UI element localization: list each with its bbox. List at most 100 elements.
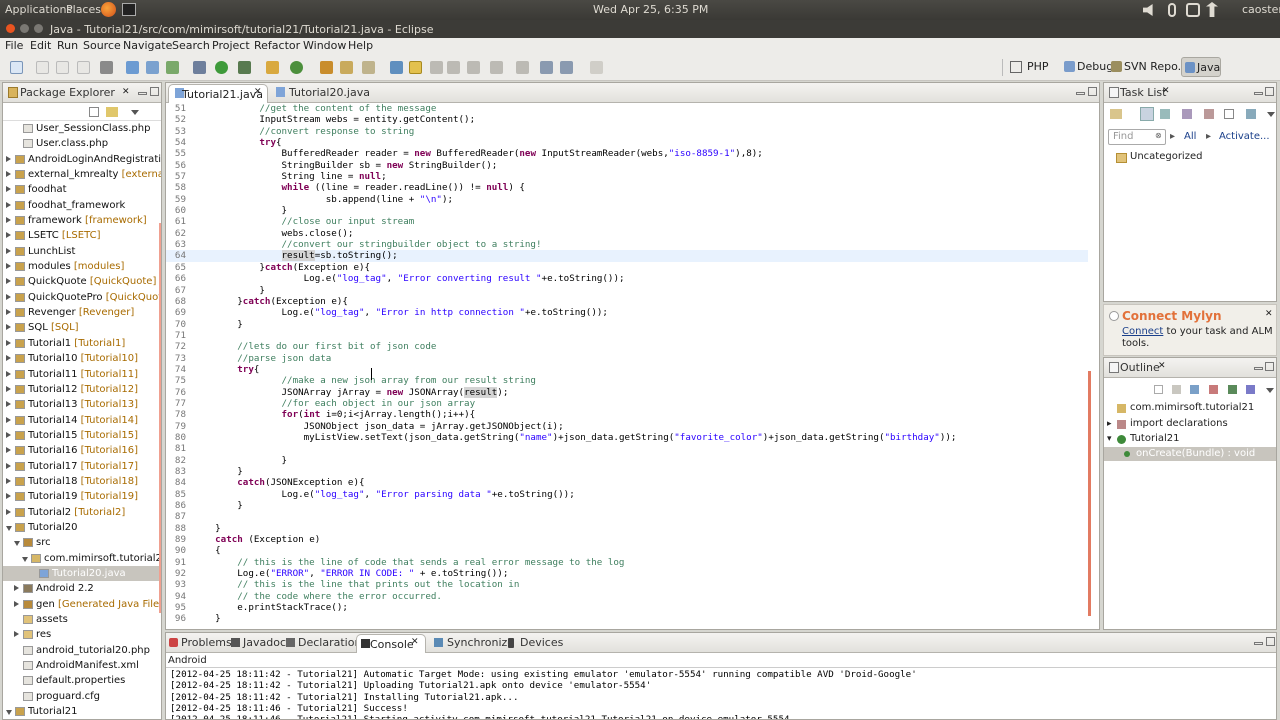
last-edit-location-icon[interactable]: [540, 61, 553, 74]
package-tree-item[interactable]: QuickQuote [QuickQuote]: [3, 274, 161, 289]
close-mylyn-icon[interactable]: ✕: [1265, 309, 1273, 319]
package-tree-item[interactable]: Tutorial12 [Tutorial12]: [3, 382, 161, 397]
package-tree-item[interactable]: gen [Generated Java Files]: [3, 597, 161, 612]
view-menu-icon[interactable]: [1267, 112, 1275, 117]
package-tree-item[interactable]: Tutorial14 [Tutorial14]: [3, 413, 161, 428]
new-java-project-icon[interactable]: [266, 61, 279, 74]
open-perspective-icon[interactable]: [1010, 61, 1022, 73]
minimize-view-icon[interactable]: [1254, 642, 1263, 645]
updates-icon[interactable]: [1206, 2, 1218, 17]
external-tools-icon[interactable]: [238, 61, 251, 74]
code-line[interactable]: 80 myListView.setText(json_data.getStrin…: [166, 432, 1088, 443]
package-tree-item[interactable]: Tutorial13 [Tutorial13]: [3, 397, 161, 412]
close-window-icon[interactable]: [6, 24, 15, 33]
code-line[interactable]: 81: [166, 443, 1088, 454]
expand-icon[interactable]: [6, 278, 11, 285]
expand-icon[interactable]: [6, 431, 11, 438]
android-sdk-icon[interactable]: [126, 61, 139, 74]
code-line[interactable]: 87: [166, 511, 1088, 522]
avd-manager-icon[interactable]: [146, 61, 159, 74]
menu-project[interactable]: Project: [212, 39, 250, 52]
package-tree-item[interactable]: Tutorial11 [Tutorial11]: [3, 367, 161, 382]
firefox-icon[interactable]: [101, 2, 116, 17]
code-line[interactable]: 91 // this is the line of code that send…: [166, 557, 1088, 568]
outline-tab[interactable]: Outline: [1120, 361, 1160, 374]
collapse-icon[interactable]: [14, 541, 20, 547]
package-tree-item[interactable]: Tutorial21: [3, 704, 161, 719]
code-line[interactable]: 59 sb.append(line + "\n");: [166, 194, 1088, 205]
expand-icon[interactable]: [6, 324, 11, 331]
hide-static-icon[interactable]: [1209, 385, 1218, 394]
package-tree-item[interactable]: Tutorial19 [Tutorial19]: [3, 489, 161, 504]
expand-icon[interactable]: [6, 401, 11, 408]
username[interactable]: caoster: [1242, 3, 1280, 16]
clock[interactable]: Wed Apr 25, 6:35 PM: [593, 3, 708, 16]
back-icon[interactable]: [560, 61, 573, 74]
package-tree-item[interactable]: AndroidLoginAndRegistration: [3, 152, 161, 167]
menu-source[interactable]: Source: [83, 39, 121, 52]
package-tree-item[interactable]: LunchList: [3, 244, 161, 259]
code-line[interactable]: 74 try{: [166, 364, 1088, 375]
expand-icon[interactable]: [6, 462, 11, 469]
expand-icon[interactable]: [6, 217, 11, 224]
activate-task-link[interactable]: Activate...: [1219, 131, 1270, 142]
code-line[interactable]: 94 // the code where the error occurred.: [166, 591, 1088, 602]
collapse-all-icon[interactable]: [89, 107, 99, 117]
close-view-icon[interactable]: ✕: [1162, 86, 1170, 96]
minimize-window-icon[interactable]: [20, 24, 29, 33]
code-line[interactable]: 51 //get the content of the message: [166, 103, 1088, 114]
package-tree-item[interactable]: AndroidManifest.xml: [3, 658, 161, 673]
code-line[interactable]: 89 catch (Exception e): [166, 534, 1088, 545]
code-line[interactable]: 95 e.printStackTrace();: [166, 602, 1088, 613]
code-line[interactable]: 75 //make a new json array from our resu…: [166, 375, 1088, 386]
code-line[interactable]: 88 }: [166, 523, 1088, 534]
package-tree-item[interactable]: src: [3, 535, 161, 550]
places-menu[interactable]: Places: [66, 3, 101, 16]
expand-icon[interactable]: [6, 355, 11, 362]
code-line[interactable]: 84 catch(JSONException e){: [166, 477, 1088, 488]
expand-icon[interactable]: [6, 263, 11, 270]
expand-icon[interactable]: [6, 447, 11, 454]
filter-all-link[interactable]: All: [1184, 131, 1196, 142]
hide-fields-icon[interactable]: [1190, 385, 1199, 394]
collapse-all-icon[interactable]: [1154, 385, 1163, 394]
outline-item-class[interactable]: Tutorial21: [1130, 433, 1180, 444]
menu-search[interactable]: Search: [172, 39, 210, 52]
expand-icon[interactable]: [6, 232, 11, 239]
package-tree-item[interactable]: Tutorial17 [Tutorial17]: [3, 459, 161, 474]
expand-icon[interactable]: [6, 493, 11, 500]
maximize-view-icon[interactable]: [1265, 362, 1274, 371]
code-line[interactable]: 54 try{: [166, 137, 1088, 148]
collapse-icon[interactable]: [6, 525, 12, 531]
code-line[interactable]: 70 }: [166, 319, 1088, 330]
debug-icon[interactable]: [193, 61, 206, 74]
network-icon[interactable]: [1186, 3, 1200, 17]
task-category-uncategorized[interactable]: Uncategorized: [1130, 151, 1202, 162]
volume-icon[interactable]: [1143, 4, 1153, 16]
maximize-editor-icon[interactable]: [1088, 87, 1097, 96]
open-folder-icon[interactable]: [320, 61, 333, 74]
package-tree-item[interactable]: com.mimirsoft.tutorial20: [3, 551, 161, 566]
tab-synchronize[interactable]: Synchronize: [447, 636, 514, 649]
minimize-view-icon[interactable]: [1254, 367, 1263, 370]
expand-icon[interactable]: [6, 370, 11, 377]
maximize-view-icon[interactable]: [1266, 637, 1275, 646]
package-tree-item[interactable]: Revenger [Revenger]: [3, 305, 161, 320]
lint-icon[interactable]: [166, 61, 179, 74]
next-annotation-icon[interactable]: [490, 61, 503, 74]
tab-console[interactable]: Console ✕: [356, 634, 426, 653]
tab-javadoc[interactable]: Javadoc: [243, 636, 286, 649]
print-icon[interactable]: [77, 61, 90, 74]
menu-run[interactable]: Run: [57, 39, 78, 52]
code-line[interactable]: 93 // this is the line that prints out t…: [166, 579, 1088, 590]
perspective-debug[interactable]: Debug: [1077, 60, 1113, 73]
connect-link[interactable]: Connect: [1122, 326, 1163, 337]
view-menu-icon[interactable]: [1266, 388, 1274, 393]
code-line[interactable]: 71: [166, 330, 1088, 341]
expand-icon[interactable]: [6, 477, 11, 484]
package-tree-item[interactable]: foodhat_framework: [3, 198, 161, 213]
expand-icon[interactable]: ▸: [1107, 419, 1112, 429]
package-tree-item[interactable]: Android 2.2: [3, 581, 161, 596]
menu-window[interactable]: Window: [303, 39, 346, 52]
package-tree-item[interactable]: LSETC [LSETC]: [3, 228, 161, 243]
